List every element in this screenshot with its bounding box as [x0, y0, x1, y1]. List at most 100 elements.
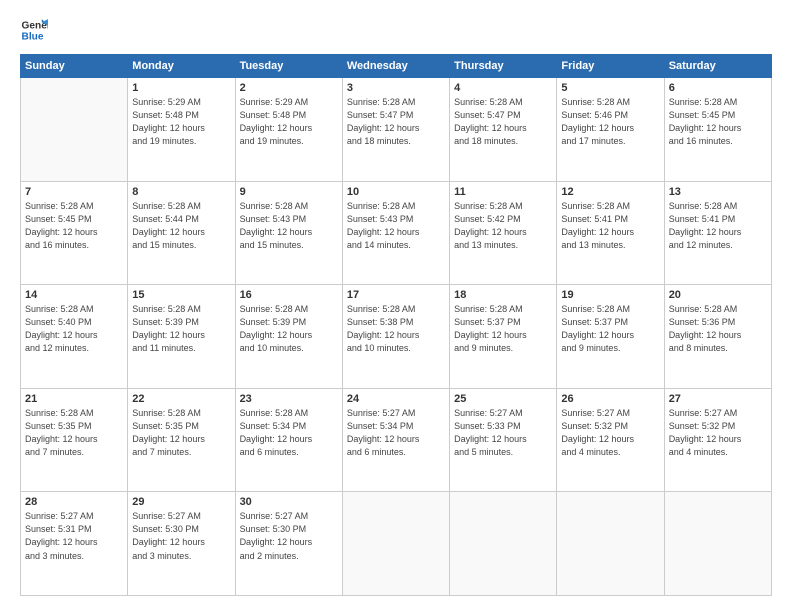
calendar-week-4: 28 Sunrise: 5:27 AM Sunset: 5:31 PM Dayli… [21, 492, 772, 596]
calendar-cell: 24 Sunrise: 5:27 AM Sunset: 5:34 PM Dayli… [342, 388, 449, 492]
day-number: 19 [561, 289, 659, 301]
weekday-header-tuesday: Tuesday [235, 55, 342, 78]
weekday-header-row: SundayMondayTuesdayWednesdayThursdayFrid… [21, 55, 772, 78]
day-number: 17 [347, 289, 445, 301]
day-number: 28 [25, 496, 123, 508]
day-number: 11 [454, 186, 552, 198]
calendar-cell [664, 492, 771, 596]
day-number: 27 [669, 393, 767, 405]
day-info: Sunrise: 5:27 AM Sunset: 5:30 PM Dayligh… [132, 510, 230, 562]
calendar-cell: 3 Sunrise: 5:28 AM Sunset: 5:47 PM Daylig… [342, 78, 449, 182]
calendar-cell: 26 Sunrise: 5:27 AM Sunset: 5:32 PM Dayli… [557, 388, 664, 492]
day-number: 10 [347, 186, 445, 198]
day-info: Sunrise: 5:29 AM Sunset: 5:48 PM Dayligh… [240, 96, 338, 148]
calendar-week-2: 14Sunrise: 5:28 AM Sunset: 5:40 PM Dayli… [21, 285, 772, 389]
day-number: 8 [132, 186, 230, 198]
day-number: 13 [669, 186, 767, 198]
calendar-cell: 9Sunrise: 5:28 AM Sunset: 5:43 PM Daylig… [235, 181, 342, 285]
day-number: 15 [132, 289, 230, 301]
calendar-cell: 25 Sunrise: 5:27 AM Sunset: 5:33 PM Dayli… [450, 388, 557, 492]
day-number: 29 [132, 496, 230, 508]
day-info: Sunrise: 5:28 AM Sunset: 5:47 PM Dayligh… [454, 96, 552, 148]
calendar-cell: 8 Sunrise: 5:28 AM Sunset: 5:44 PM Daylig… [128, 181, 235, 285]
day-number: 21 [25, 393, 123, 405]
day-number: 23 [240, 393, 338, 405]
day-number: 12 [561, 186, 659, 198]
calendar-cell: 5Sunrise: 5:28 AM Sunset: 5:46 PM Daylig… [557, 78, 664, 182]
day-info: Sunrise: 5:28 AM Sunset: 5:41 PM Dayligh… [561, 200, 659, 252]
day-info: Sunrise: 5:28 AM Sunset: 5:43 PM Dayligh… [240, 200, 338, 252]
day-info: Sunrise: 5:28 AM Sunset: 5:34 PM Dayligh… [240, 407, 338, 459]
weekday-header-sunday: Sunday [21, 55, 128, 78]
day-number: 20 [669, 289, 767, 301]
day-number: 14 [25, 289, 123, 301]
logo-icon: General Blue [20, 16, 48, 44]
day-number: 1 [132, 82, 230, 94]
calendar-cell: 14Sunrise: 5:28 AM Sunset: 5:40 PM Dayli… [21, 285, 128, 389]
svg-text:Blue: Blue [22, 31, 44, 42]
day-number: 2 [240, 82, 338, 94]
day-number: 18 [454, 289, 552, 301]
day-info: Sunrise: 5:27 AM Sunset: 5:34 PM Dayligh… [347, 407, 445, 459]
day-info: Sunrise: 5:28 AM Sunset: 5:44 PM Dayligh… [132, 200, 230, 252]
calendar-cell: 16 Sunrise: 5:28 AM Sunset: 5:39 PM Dayli… [235, 285, 342, 389]
calendar-cell: 15 Sunrise: 5:28 AM Sunset: 5:39 PM Dayli… [128, 285, 235, 389]
page: General Blue SundayMondayTuesdayWednesda… [0, 0, 792, 612]
day-info: Sunrise: 5:28 AM Sunset: 5:46 PM Dayligh… [561, 96, 659, 148]
calendar-cell: 4 Sunrise: 5:28 AM Sunset: 5:47 PM Daylig… [450, 78, 557, 182]
day-number: 25 [454, 393, 552, 405]
weekday-header-monday: Monday [128, 55, 235, 78]
calendar-cell: 19 Sunrise: 5:28 AM Sunset: 5:37 PM Dayli… [557, 285, 664, 389]
day-info: Sunrise: 5:28 AM Sunset: 5:35 PM Dayligh… [25, 407, 123, 459]
calendar-table: SundayMondayTuesdayWednesdayThursdayFrid… [20, 54, 772, 596]
day-number: 4 [454, 82, 552, 94]
day-info: Sunrise: 5:27 AM Sunset: 5:32 PM Dayligh… [561, 407, 659, 459]
calendar-cell [21, 78, 128, 182]
header: General Blue [20, 16, 772, 44]
weekday-header-wednesday: Wednesday [342, 55, 449, 78]
day-info: Sunrise: 5:28 AM Sunset: 5:41 PM Dayligh… [669, 200, 767, 252]
day-number: 24 [347, 393, 445, 405]
day-number: 26 [561, 393, 659, 405]
day-info: Sunrise: 5:27 AM Sunset: 5:33 PM Dayligh… [454, 407, 552, 459]
calendar-cell: 30 Sunrise: 5:27 AM Sunset: 5:30 PM Dayli… [235, 492, 342, 596]
calendar-cell: 1Sunrise: 5:29 AM Sunset: 5:48 PM Daylig… [128, 78, 235, 182]
day-info: Sunrise: 5:28 AM Sunset: 5:36 PM Dayligh… [669, 303, 767, 355]
day-info: Sunrise: 5:28 AM Sunset: 5:39 PM Dayligh… [132, 303, 230, 355]
day-info: Sunrise: 5:27 AM Sunset: 5:32 PM Dayligh… [669, 407, 767, 459]
calendar-cell: 13 Sunrise: 5:28 AM Sunset: 5:41 PM Dayli… [664, 181, 771, 285]
day-info: Sunrise: 5:27 AM Sunset: 5:30 PM Dayligh… [240, 510, 338, 562]
calendar-cell: 11Sunrise: 5:28 AM Sunset: 5:42 PM Dayli… [450, 181, 557, 285]
calendar-cell: 21 Sunrise: 5:28 AM Sunset: 5:35 PM Dayli… [21, 388, 128, 492]
day-info: Sunrise: 5:28 AM Sunset: 5:37 PM Dayligh… [454, 303, 552, 355]
day-info: Sunrise: 5:28 AM Sunset: 5:47 PM Dayligh… [347, 96, 445, 148]
logo: General Blue [20, 16, 52, 44]
calendar-cell: 7 Sunrise: 5:28 AM Sunset: 5:45 PM Daylig… [21, 181, 128, 285]
day-info: Sunrise: 5:28 AM Sunset: 5:43 PM Dayligh… [347, 200, 445, 252]
day-info: Sunrise: 5:27 AM Sunset: 5:31 PM Dayligh… [25, 510, 123, 562]
calendar-week-0: 1 Sunrise: 5:29 AM Sunset: 5:48 PM Daylig… [21, 78, 772, 182]
calendar-cell: 28 Sunrise: 5:27 AM Sunset: 5:31 PM Dayli… [21, 492, 128, 596]
calendar-cell: 12 Sunrise: 5:28 AM Sunset: 5:41 PM Dayli… [557, 181, 664, 285]
calendar-week-3: 21 Sunrise: 5:28 AM Sunset: 5:35 PM Dayli… [21, 388, 772, 492]
day-info: Sunrise: 5:28 AM Sunset: 5:45 PM Dayligh… [25, 200, 123, 252]
day-number: 3 [347, 82, 445, 94]
day-number: 30 [240, 496, 338, 508]
day-number: 22 [132, 393, 230, 405]
day-number: 6 [669, 82, 767, 94]
calendar-cell: 17Sunrise: 5:28 AM Sunset: 5:38 PM Dayli… [342, 285, 449, 389]
weekday-header-saturday: Saturday [664, 55, 771, 78]
day-info: Sunrise: 5:28 AM Sunset: 5:37 PM Dayligh… [561, 303, 659, 355]
day-info: Sunrise: 5:28 AM Sunset: 5:39 PM Dayligh… [240, 303, 338, 355]
calendar-cell: 20 Sunrise: 5:28 AM Sunset: 5:36 PM Dayli… [664, 285, 771, 389]
calendar-cell: 10 Sunrise: 5:28 AM Sunset: 5:43 PM Dayli… [342, 181, 449, 285]
calendar-cell: 18 Sunrise: 5:28 AM Sunset: 5:37 PM Dayli… [450, 285, 557, 389]
day-info: Sunrise: 5:28 AM Sunset: 5:35 PM Dayligh… [132, 407, 230, 459]
weekday-header-thursday: Thursday [450, 55, 557, 78]
calendar-cell: 22 Sunrise: 5:28 AM Sunset: 5:35 PM Dayli… [128, 388, 235, 492]
calendar-cell: 29 Sunrise: 5:27 AM Sunset: 5:30 PM Dayli… [128, 492, 235, 596]
calendar-cell [450, 492, 557, 596]
day-number: 16 [240, 289, 338, 301]
day-number: 7 [25, 186, 123, 198]
weekday-header-friday: Friday [557, 55, 664, 78]
